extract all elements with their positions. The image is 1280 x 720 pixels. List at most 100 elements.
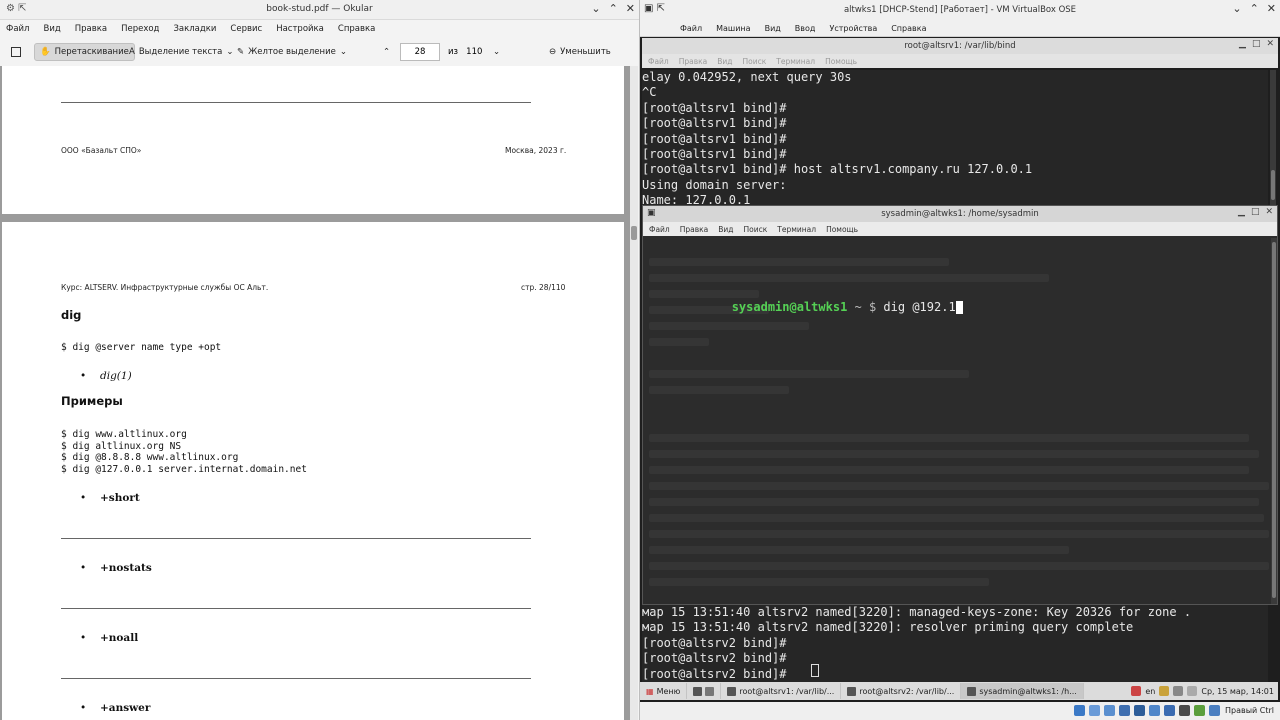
vb-menu-devices[interactable]: Устройства <box>829 24 877 33</box>
display-icon[interactable] <box>1164 705 1175 716</box>
vb-menu-help[interactable]: Справка <box>891 24 926 33</box>
okular-title: book-stud.pdf — Okular <box>266 4 373 14</box>
prev-page-button[interactable]: ⌃ <box>378 43 395 61</box>
drag-tool-button[interactable]: ✋ Перетаскивание <box>34 43 135 61</box>
minimize-icon[interactable]: ⌄ <box>1232 2 1241 15</box>
menu-tools[interactable]: Сервис <box>230 24 262 34</box>
terminal-icon <box>727 686 737 696</box>
menu-search[interactable]: Поиск <box>744 225 768 234</box>
hdd-icon[interactable] <box>1074 705 1085 716</box>
terminal-altwks1-window: ▣ sysadmin@altwks1: /home/sysadmin ▁ □ ✕ Ф… <box>642 205 1278 605</box>
minimize-icon[interactable]: ▁ <box>1239 39 1246 49</box>
scrollbar-thumb[interactable] <box>1271 170 1275 200</box>
syntax-line: $ dig @server name type +opt <box>61 342 222 353</box>
yellow-highlight-button[interactable]: ✎ Желтое выделение ⌄ <box>232 43 352 61</box>
terminal-altsrv2-output[interactable]: мар 15 13:51:40 altsrv2 named[3220]: man… <box>642 605 1268 685</box>
close-icon[interactable]: ✕ <box>1265 207 1273 217</box>
terminal-altsrv1-titlebar[interactable]: root@altsrv1: /var/lib/bind ▁ □ ✕ <box>642 38 1278 54</box>
page-footer-left: ООО «Базальт СПО» <box>61 146 142 155</box>
menu-terminal[interactable]: Терминал <box>777 225 816 234</box>
menu-edit[interactable]: Правка <box>75 24 107 34</box>
menu-help[interactable]: Помощь <box>825 57 857 66</box>
virtualbox-titlebar[interactable]: ▣ ⇱ altwks1 [DHCP-Stend] [Работает] - VM… <box>640 0 1280 20</box>
divider <box>61 538 531 539</box>
okular-window: ⚙ ⇱ book-stud.pdf — Okular ⌄ ⌃ ✕ Файл Ви… <box>0 0 640 720</box>
command-input[interactable]: dig @192.1 <box>883 300 955 314</box>
network-icon[interactable] <box>1131 686 1142 696</box>
menu-file[interactable]: Файл <box>6 24 29 34</box>
optical-drive-icon[interactable] <box>1089 705 1100 716</box>
vb-menu-input[interactable]: Ввод <box>795 24 816 33</box>
menu-search[interactable]: Поиск <box>743 57 767 66</box>
page-header-right: стр. 28/110 <box>521 283 566 292</box>
menu-view[interactable]: Вид <box>718 225 733 234</box>
zoom-out-icon: ⊖ <box>549 47 557 57</box>
scrollbar-thumb[interactable] <box>1272 242 1276 598</box>
terminal-altwks1-output[interactable]: sysadmin@altwks1 ~ $ dig @192.1 <box>643 238 1269 604</box>
vb-menu-machine[interactable]: Машина <box>716 24 750 33</box>
menu-settings[interactable]: Настройка <box>276 24 324 34</box>
scrollbar-thumb[interactable] <box>631 226 637 240</box>
minimize-icon[interactable]: ⌄ <box>591 2 600 15</box>
maximize-icon[interactable]: □ <box>1251 207 1260 217</box>
menu-go[interactable]: Переход <box>121 24 159 34</box>
system-tray: en Ср, 15 мар, 14:01 <box>1131 686 1278 696</box>
minimize-icon[interactable]: ▁ <box>1238 207 1245 217</box>
volume-icon[interactable] <box>1173 686 1184 696</box>
guest-display[interactable]: root@altsrv1: /var/lib/bind ▁ □ ✕ Файл Пра… <box>640 37 1280 720</box>
terminal-altwks1-titlebar[interactable]: ▣ sysadmin@altwks1: /home/sysadmin ▁ □ ✕ <box>643 206 1277 222</box>
recording-icon[interactable] <box>1179 705 1190 716</box>
vb-menu-view[interactable]: Вид <box>765 24 781 33</box>
taskbar-item-altwks1[interactable]: sysadmin@altwks1: /h... <box>961 683 1084 699</box>
menu-file[interactable]: Файл <box>648 57 669 66</box>
close-icon[interactable]: ✕ <box>1267 2 1276 15</box>
usb-icon[interactable] <box>1134 705 1145 716</box>
vb-menu-file[interactable]: Файл <box>680 24 702 33</box>
okular-menubar: Файл Вид Правка Переход Закладки Сервис … <box>0 20 639 38</box>
close-icon[interactable]: ✕ <box>1266 39 1274 49</box>
taskbar-item-altsrv1[interactable]: root@altsrv1: /var/lib/... <box>721 683 842 699</box>
virtualbox-statusbar: Правый Ctrl <box>640 702 1280 720</box>
keyboard-layout[interactable]: en <box>1145 687 1155 696</box>
virtualbox-menubar: Файл Машина Вид Ввод Устройства Справка <box>640 20 1280 37</box>
menu-terminal[interactable]: Терминал <box>776 57 815 66</box>
pdf-page-27: ООО «Базальт СПО» Москва, 2023 г. <box>2 66 624 214</box>
cpu-icon[interactable] <box>1194 705 1205 716</box>
chevron-down-icon: ⌄ <box>493 47 501 57</box>
list-item: • +noall <box>80 632 139 644</box>
close-icon[interactable]: ✕ <box>626 2 635 15</box>
start-menu-button[interactable]: ▦ Меню <box>640 683 688 699</box>
quicklaunch[interactable] <box>687 683 722 699</box>
zoom-out-button[interactable]: ⊖ Уменьшить <box>544 43 616 61</box>
network-icon[interactable] <box>1119 705 1130 716</box>
menu-help[interactable]: Справка <box>338 24 375 34</box>
chevron-down-icon: ⌄ <box>339 47 347 57</box>
text-select-tool-button[interactable]: A Выделение текста ⌄ <box>124 43 238 61</box>
page-count: из 110 <box>448 47 483 57</box>
page-number-input[interactable]: 28 <box>400 43 440 61</box>
menu-view[interactable]: Вид <box>717 57 732 66</box>
clipboard-icon[interactable] <box>1187 686 1198 696</box>
update-icon[interactable] <box>1159 686 1170 696</box>
next-page-button[interactable]: ⌄ <box>488 43 505 61</box>
shared-folders-icon[interactable] <box>1149 705 1160 716</box>
menu-edit[interactable]: Правка <box>680 225 709 234</box>
document-scrollbar[interactable] <box>630 66 638 720</box>
menu-help[interactable]: Помощь <box>826 225 858 234</box>
terminal-scrollbar[interactable] <box>1271 238 1277 604</box>
clock[interactable]: Ср, 15 мар, 14:01 <box>1201 687 1274 696</box>
menu-view[interactable]: Вид <box>43 24 60 34</box>
document-view[interactable]: ООО «Базальт СПО» Москва, 2023 г. Курс: … <box>0 66 630 720</box>
menu-bookmarks[interactable]: Закладки <box>173 24 216 34</box>
okular-titlebar[interactable]: ⚙ ⇱ book-stud.pdf — Okular ⌄ ⌃ ✕ <box>0 0 639 20</box>
terminal-scrollbar[interactable] <box>1270 70 1276 205</box>
maximize-icon[interactable]: □ <box>1252 39 1261 49</box>
mouse-integration-icon[interactable] <box>1209 705 1220 716</box>
menu-file[interactable]: Файл <box>649 225 670 234</box>
menu-edit[interactable]: Правка <box>679 57 708 66</box>
maximize-icon[interactable]: ⌃ <box>1250 2 1259 15</box>
maximize-icon[interactable]: ⌃ <box>609 2 618 15</box>
audio-icon[interactable] <box>1104 705 1115 716</box>
taskbar-item-altsrv2[interactable]: root@altsrv2: /var/lib/... <box>841 683 962 699</box>
sidebar-toggle-button[interactable] <box>6 43 26 61</box>
